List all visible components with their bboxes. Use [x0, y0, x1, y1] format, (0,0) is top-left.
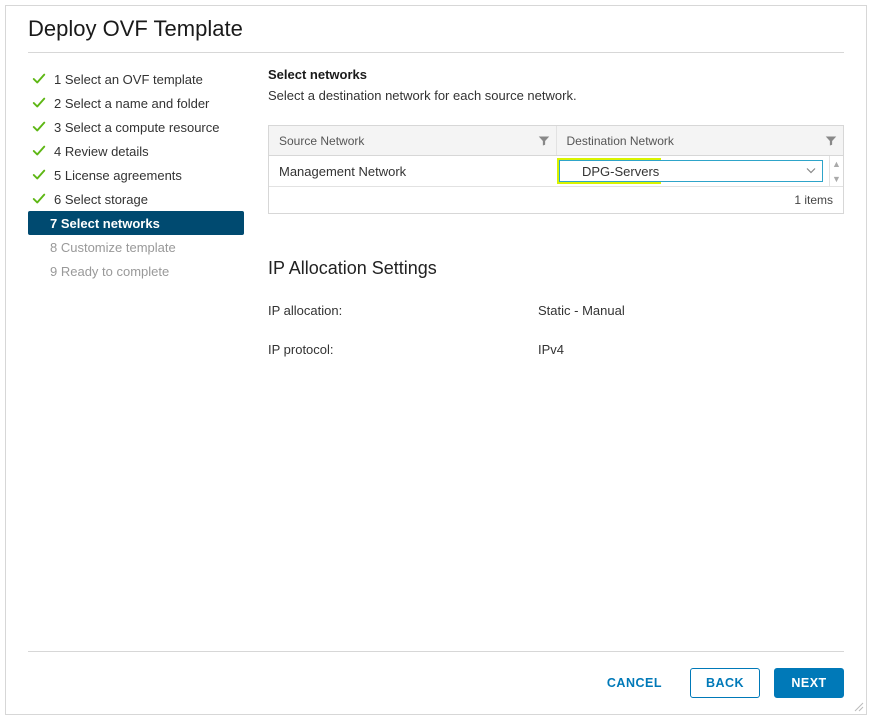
- col-destination-label: Destination Network: [567, 134, 674, 148]
- wizard-step-9: 9 Ready to complete: [28, 259, 244, 283]
- check-icon: [32, 192, 46, 206]
- section-title: Select networks: [268, 67, 844, 82]
- network-mapping-table: Source Network Destination Network: [268, 125, 844, 214]
- wizard-step-8: 8 Customize template: [28, 235, 244, 259]
- ip-allocation-section: IP Allocation Settings IP allocation: St…: [268, 258, 844, 357]
- scroll-down-button[interactable]: ▼: [830, 171, 843, 186]
- next-button[interactable]: NEXT: [774, 668, 844, 698]
- wizard-step-label: 2 Select a name and folder: [54, 96, 209, 111]
- check-icon: [32, 96, 46, 110]
- filter-icon[interactable]: [538, 135, 550, 147]
- table-item-count: 1 items: [794, 193, 833, 207]
- table-footer: 1 items: [269, 186, 843, 213]
- dialog-header: Deploy OVF Template: [6, 6, 866, 50]
- table-header-row: Source Network Destination Network: [269, 126, 843, 156]
- section-subtitle: Select a destination network for each so…: [268, 88, 844, 103]
- destination-network-select[interactable]: DPG-Servers: [559, 160, 823, 182]
- wizard-step-6[interactable]: 6 Select storage: [28, 187, 244, 211]
- dialog-body: 1 Select an OVF template 2 Select a name …: [6, 53, 866, 651]
- col-source[interactable]: Source Network: [269, 126, 557, 155]
- source-network-value: Management Network: [279, 164, 406, 179]
- dialog-footer: CANCEL BACK NEXT: [6, 652, 866, 714]
- wizard-step-1[interactable]: 1 Select an OVF template: [28, 67, 244, 91]
- check-icon: [32, 168, 46, 182]
- wizard-nav: 1 Select an OVF template 2 Select a name …: [28, 63, 244, 651]
- wizard-step-label: 9 Ready to complete: [50, 264, 169, 279]
- source-network-cell: Management Network: [269, 156, 553, 186]
- wizard-content: Select networks Select a destination net…: [244, 63, 844, 651]
- wizard-step-7[interactable]: 7 Select networks: [28, 211, 244, 235]
- check-icon: [32, 120, 46, 134]
- wizard-step-5[interactable]: 5 License agreements: [28, 163, 244, 187]
- wizard-step-label: 5 License agreements: [54, 168, 182, 183]
- back-button[interactable]: BACK: [690, 668, 760, 698]
- wizard-step-label: 4 Review details: [54, 144, 149, 159]
- table-body: Management Network DPG-Servers: [269, 156, 843, 186]
- table-row: Management Network DPG-Servers: [269, 156, 829, 186]
- scroll-up-button[interactable]: ▲: [830, 156, 843, 171]
- wizard-step-label: 1 Select an OVF template: [54, 72, 203, 87]
- wizard-step-label: 7 Select networks: [50, 216, 160, 231]
- ip-allocation-title: IP Allocation Settings: [268, 258, 844, 279]
- table-scroll-rail: ▲ ▼: [829, 156, 843, 186]
- cancel-button[interactable]: CANCEL: [593, 668, 676, 698]
- wizard-step-3[interactable]: 3 Select a compute resource: [28, 115, 244, 139]
- resize-grip-icon[interactable]: [852, 700, 864, 712]
- ip-protocol-row: IP protocol: IPv4: [268, 342, 844, 357]
- wizard-step-2[interactable]: 2 Select a name and folder: [28, 91, 244, 115]
- deploy-ovf-dialog: Deploy OVF Template 1 Select an OVF temp…: [5, 5, 867, 715]
- destination-network-value: DPG-Servers: [582, 164, 659, 179]
- wizard-step-4[interactable]: 4 Review details: [28, 139, 244, 163]
- ip-protocol-label: IP protocol:: [268, 342, 538, 357]
- ip-protocol-value: IPv4: [538, 342, 564, 357]
- wizard-step-label: 6 Select storage: [54, 192, 148, 207]
- filter-icon[interactable]: [825, 135, 837, 147]
- destination-network-cell: DPG-Servers: [553, 156, 829, 186]
- destination-network-select-wrap: DPG-Servers: [559, 160, 823, 182]
- check-icon: [32, 72, 46, 86]
- dialog-title: Deploy OVF Template: [28, 16, 844, 42]
- col-source-label: Source Network: [279, 134, 364, 148]
- wizard-step-label: 3 Select a compute resource: [54, 120, 219, 135]
- check-icon: [32, 144, 46, 158]
- ip-allocation-label: IP allocation:: [268, 303, 538, 318]
- chevron-down-icon: [806, 164, 816, 179]
- wizard-step-label: 8 Customize template: [50, 240, 176, 255]
- ip-allocation-value: Static - Manual: [538, 303, 625, 318]
- col-destination[interactable]: Destination Network: [557, 126, 844, 155]
- ip-allocation-row: IP allocation: Static - Manual: [268, 303, 844, 318]
